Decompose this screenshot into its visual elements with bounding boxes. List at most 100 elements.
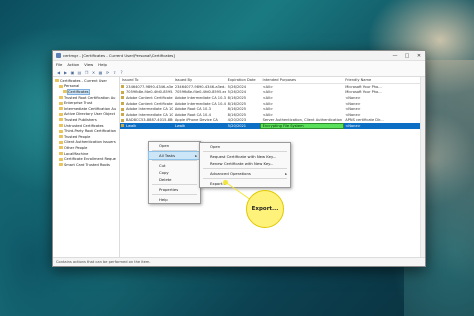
menu-copy[interactable]: Copy (149, 169, 200, 176)
back-arrow-icon[interactable]: ◀ (56, 70, 61, 75)
show-tree-icon[interactable]: ▤ (77, 70, 82, 75)
cell-expiration-date: 8/16/2025 (227, 107, 247, 112)
table-row[interactable]: Adobe Intermediate CA 10-4 Adobe Root CA … (120, 112, 425, 118)
cell-intended-purposes: <All> (262, 101, 274, 106)
folder-icon (59, 96, 63, 100)
maximize-button[interactable]: □ (401, 51, 413, 60)
folder-icon (59, 129, 63, 133)
menu-cut[interactable]: Cut (149, 162, 200, 169)
status-bar: Contains actions that can be performed o… (53, 257, 425, 266)
cell-friendly-name: Microsoft Your Pho... (345, 84, 382, 89)
export-callout: Export... (246, 190, 284, 228)
cell-issued-to: BAD8CC53-8887-4015-8B69-9E... (126, 118, 173, 123)
cell-intended-purposes: <All> (262, 112, 274, 117)
folder-icon (59, 124, 63, 128)
cell-issued-by: Adobe Intermediate CA 10-4 (174, 101, 226, 106)
cell-issued-to: 23464077-9890-4346-a3ed-f6b... (126, 84, 173, 89)
forward-arrow-icon[interactable]: ▶ (63, 70, 68, 75)
cell-intended-purposes: <All> (262, 90, 274, 95)
close-button[interactable]: ✕ (413, 51, 425, 60)
cell-friendly-name: <None> (345, 107, 361, 112)
menu-delete[interactable]: Delete (149, 176, 200, 183)
table-row[interactable]: Adobe Content Certificate 10-5Adobe Inte… (120, 95, 425, 101)
menu-separator (152, 160, 197, 161)
tree-item-label: Client Authentication Issuers (64, 140, 116, 145)
menu-all-tasks[interactable]: All Tasks ▸ (148, 151, 201, 160)
tree-item-label: Smart Card Trusted Roots (64, 162, 110, 167)
column-intended-purposes[interactable]: Intended Purposes (261, 78, 344, 82)
tree-item-label: Certificates - Current User (60, 78, 107, 83)
table-row[interactable]: BAD8CC53-8887-4015-8B69-9E...Apple iPhon… (120, 118, 425, 124)
submenu-renew-certificate[interactable]: Renew Certificate with New Key... (200, 160, 290, 167)
properties-icon[interactable]: ▦ (98, 70, 103, 75)
tree-item-label: Intermediate Certification Au (64, 106, 117, 111)
menu-open[interactable]: Open (149, 142, 200, 149)
tree-item-label: Third-Party Root Certification (64, 129, 117, 134)
submenu-advanced-operations[interactable]: Advanced Operations ▸ (200, 170, 290, 177)
table-row[interactable]: 7059fb8e-f4e0-4fd0-8595-ea5...7059fb8e-f… (120, 90, 425, 96)
tree-item-label: Personal (64, 84, 80, 89)
menu-all-tasks-label: All Tasks (159, 153, 176, 158)
submenu-request-certificate[interactable]: Request Certificate with New Key... (200, 153, 290, 160)
delete-icon[interactable]: ✕ (91, 70, 96, 75)
menu-file[interactable]: File (56, 62, 62, 67)
export-list-icon[interactable]: ⇪ (112, 70, 117, 75)
menu-separator (203, 151, 287, 152)
list-header: Issued To Issued By Expiration Date Inte… (120, 77, 425, 84)
cell-expiration-date: 4/20/2023 (227, 118, 247, 123)
cell-issued-by: Lwalk (174, 123, 186, 128)
folder-icon (59, 107, 63, 111)
help-icon[interactable]: ? (119, 70, 124, 75)
cell-expiration-date: 5/26/2024 (227, 84, 247, 89)
cell-friendly-name: Microsoft Your Pho... (345, 90, 382, 95)
cell-issued-to: Adobe Intermediate CA 10-3 (126, 107, 173, 112)
console-tree: Certificates - Current User Personal Certi… (53, 77, 120, 258)
column-issued-to[interactable]: Issued To (120, 78, 173, 82)
menu-help[interactable]: Help (98, 62, 107, 67)
tree-item[interactable]: Smart Card Trusted Roots (53, 162, 119, 168)
cell-expiration-date: 8/16/2025 (227, 95, 247, 100)
folder-icon (59, 84, 63, 88)
folder-icon (55, 79, 59, 83)
submenu-export[interactable]: Export... (200, 180, 290, 187)
cell-expiration-date: 5/20/2021 (227, 123, 247, 128)
refresh-icon[interactable]: ⟳ (105, 70, 110, 75)
toolbar: ◀ ▶ ▣ ▤ ❐ ✕ ▦ ⟳ ⇪ ? (53, 68, 425, 77)
folder-icon (59, 101, 63, 105)
cell-issued-by: Adobe Root CA 10-3 (174, 107, 211, 112)
menu-separator (152, 194, 197, 195)
cell-expiration-date: 8/16/2025 (227, 112, 247, 117)
cell-issued-to: Adobe Intermediate CA 10-4 (126, 112, 173, 117)
vertical-scrollbar[interactable] (420, 77, 425, 258)
table-row[interactable]: 23464077-9890-4346-a3ed-f6b...23464077-9… (120, 84, 425, 90)
menu-help-item[interactable]: Help (149, 196, 200, 203)
cell-issued-by: Adobe Root CA 10-4 (174, 112, 211, 117)
menu-separator (152, 184, 197, 185)
menu-properties[interactable]: Properties (149, 186, 200, 193)
submenu-open[interactable]: Open (200, 143, 290, 150)
cell-issued-by: 7059fb8e-f4e0-4fd0-8595-ea5... (174, 90, 226, 95)
folder-icon (59, 112, 63, 116)
table-row[interactable]: Adobe Intermediate CA 10-3 Adobe Root CA … (120, 106, 425, 112)
minimize-button[interactable]: — (389, 51, 401, 60)
up-folder-icon[interactable]: ▣ (70, 70, 75, 75)
column-issued-by[interactable]: Issued By (173, 78, 226, 82)
folder-icon (59, 157, 63, 161)
menu-bar: File Action View Help (53, 61, 425, 68)
table-row[interactable]: Lwalk Lwalk 5/20/2021 Encrypting File Syste… (120, 122, 425, 129)
folder-icon (59, 135, 63, 139)
cell-issued-to: 7059fb8e-f4e0-4fd0-8595-ea5... (126, 90, 173, 95)
folder-icon (59, 118, 63, 122)
copy-icon[interactable]: ❐ (84, 70, 89, 75)
tree-item-label: Trusted Root Certification Au (64, 95, 116, 100)
cell-issued-to: Adobe Content Certificate 10-5 (126, 95, 173, 100)
table-row[interactable]: Adobe Content Certificate 10-6Adobe Inte… (120, 101, 425, 107)
status-text: Contains actions that can be performed o… (56, 260, 151, 264)
menu-view[interactable]: View (84, 62, 93, 67)
column-expiration-date[interactable]: Expiration Date (226, 78, 261, 82)
submenu-advanced-operations-label: Advanced Operations (210, 171, 251, 176)
column-friendly-name[interactable]: Friendly Name (343, 78, 425, 82)
menu-action[interactable]: Action (67, 62, 79, 67)
certificate-rows: 23464077-9890-4346-a3ed-f6b...23464077-9… (120, 84, 425, 129)
tree-item-label: Active Directory User Object (64, 112, 116, 117)
